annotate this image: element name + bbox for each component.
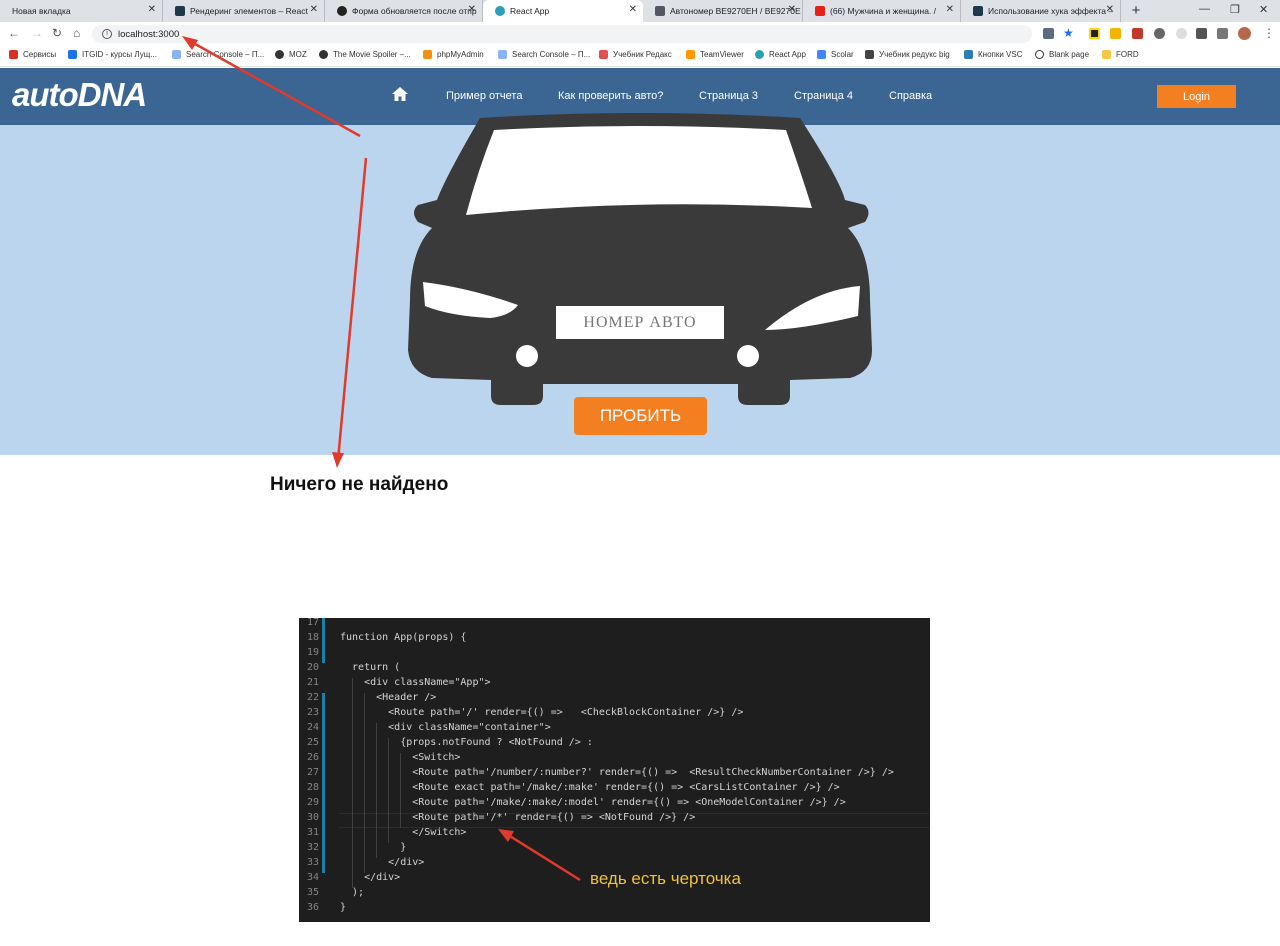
line-text: <Route path='/make/:make/:model' render=… xyxy=(340,797,846,808)
line-text: } xyxy=(340,842,407,853)
code-line: 26 <Switch> xyxy=(299,750,930,765)
code-line: 23 <Route path='/' render={() => <CheckB… xyxy=(299,705,930,720)
code-line: 17 xyxy=(299,618,930,630)
line-text: <Switch> xyxy=(340,752,461,763)
code-line: 21 <div className="App"> xyxy=(299,675,930,690)
code-line: 36} xyxy=(299,900,930,915)
code-line: 32 } xyxy=(299,840,930,855)
line-text: <div className="container"> xyxy=(340,722,551,733)
code-line: 28 <Route exact path='/make/:make' rende… xyxy=(299,780,930,795)
line-text: function App(props) { xyxy=(340,632,467,643)
line-number: 19 xyxy=(306,647,319,658)
line-number: 23 xyxy=(306,707,319,718)
code-line: 29 <Route path='/make/:make/:model' rend… xyxy=(299,795,930,810)
car-windshield xyxy=(466,126,812,215)
line-number: 27 xyxy=(306,767,319,778)
line-text: {props.notFound ? <NotFound /> : xyxy=(340,737,593,748)
line-number: 20 xyxy=(306,662,319,673)
line-number: 36 xyxy=(306,902,319,913)
code-line: 33 </div> xyxy=(299,855,930,870)
line-number: 26 xyxy=(306,752,319,763)
line-text: <Route path='/*' render={() => <NotFound… xyxy=(340,812,696,823)
line-text: ); xyxy=(340,887,365,898)
line-number: 34 xyxy=(306,872,319,883)
line-number: 25 xyxy=(306,737,319,748)
plate-number-input[interactable] xyxy=(556,306,724,339)
check-button[interactable]: ПРОБИТЬ xyxy=(574,397,707,435)
line-text: } xyxy=(340,902,347,913)
line-text: <Header /> xyxy=(340,692,437,703)
line-number: 18 xyxy=(306,632,319,643)
line-text: <div className="App"> xyxy=(340,677,491,688)
code-line: 19 xyxy=(299,645,930,660)
code-line: 30 <Route path='/*' render={() => <NotFo… xyxy=(299,810,930,825)
code-line: 20 return ( xyxy=(299,660,930,675)
line-number: 33 xyxy=(306,857,319,868)
line-text: <Route path='/number/:number?' render={(… xyxy=(340,767,894,778)
line-number: 31 xyxy=(306,827,319,838)
line-number: 17 xyxy=(306,618,319,628)
car-foglight-right xyxy=(737,345,759,367)
line-text: <Route exact path='/make/:make' render={… xyxy=(340,782,840,793)
line-number: 30 xyxy=(306,812,319,823)
line-number: 32 xyxy=(306,842,319,853)
line-text: </div> xyxy=(340,872,401,883)
line-number: 22 xyxy=(306,692,319,703)
code-line: 22 <Header /> xyxy=(299,690,930,705)
line-text: </div> xyxy=(340,857,425,868)
code-line: 25 {props.notFound ? <NotFound /> : xyxy=(299,735,930,750)
annotation-caption: ведь есть черточка xyxy=(590,869,741,888)
line-number: 24 xyxy=(306,722,319,733)
line-number: 28 xyxy=(306,782,319,793)
not-found-message: Ничего не найдено xyxy=(270,474,449,495)
code-line: 18 function App(props) { xyxy=(299,630,930,645)
code-line: 31 </Switch> xyxy=(299,825,930,840)
code-line: 24 <div className="container"> xyxy=(299,720,930,735)
line-text: return ( xyxy=(340,662,401,673)
line-text: <Route path='/' render={() => <CheckBloc… xyxy=(340,707,744,718)
line-text: </Switch> xyxy=(340,827,467,838)
car-foglight-left xyxy=(516,345,538,367)
code-line: 27 <Route path='/number/:number?' render… xyxy=(299,765,930,780)
line-number: 29 xyxy=(306,797,319,808)
line-number: 35 xyxy=(306,887,319,898)
line-number: 21 xyxy=(306,677,319,688)
